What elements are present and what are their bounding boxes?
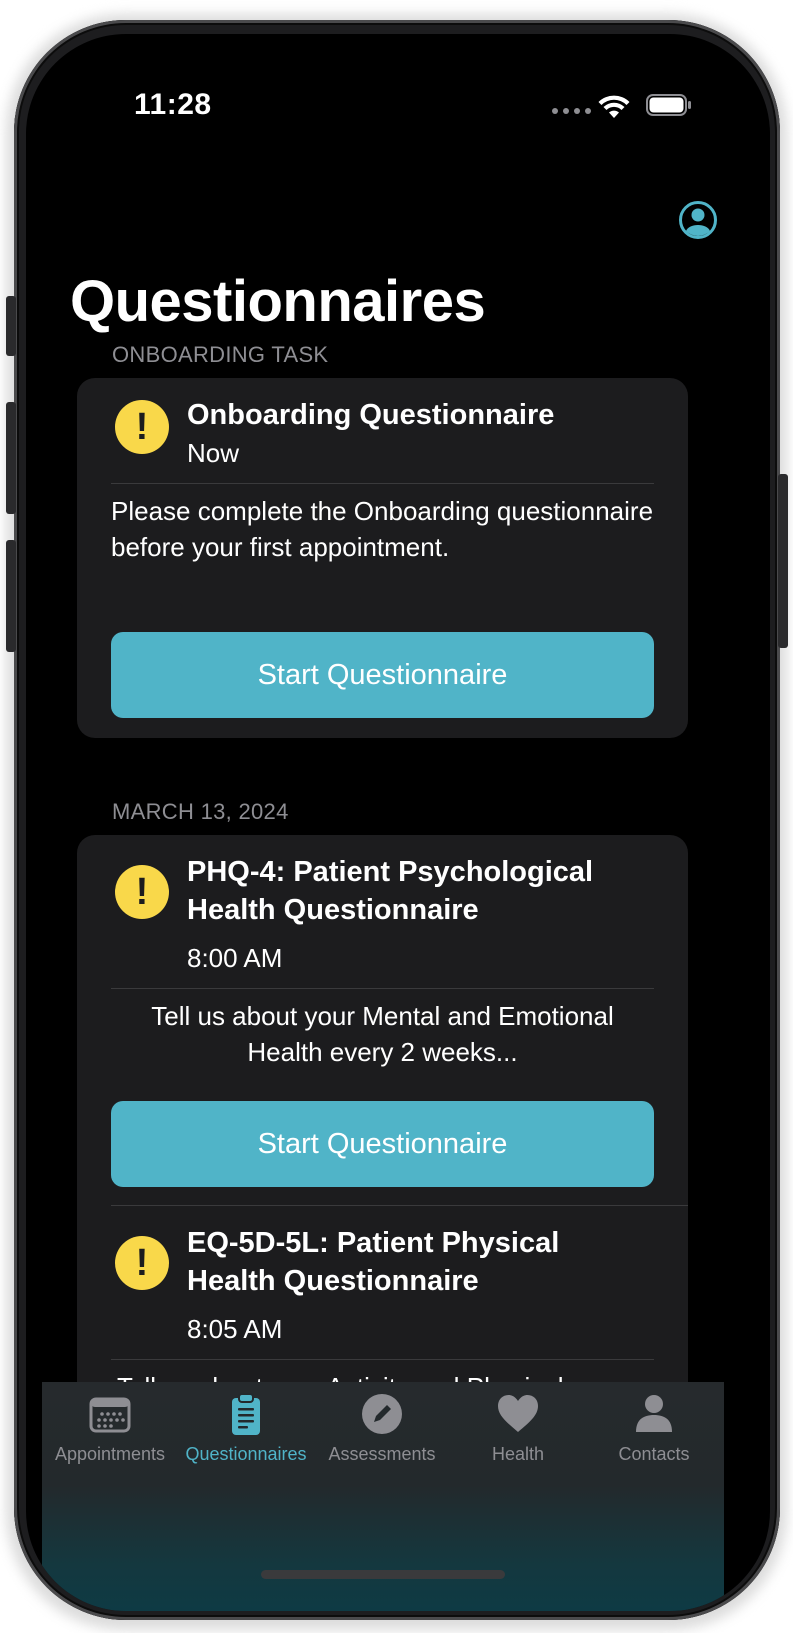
start-questionnaire-button[interactable]: Start Questionnaire	[111, 632, 654, 718]
task-title: PHQ-4: Patient Psychological Health Ques…	[187, 856, 594, 926]
profile-button[interactable]	[678, 200, 718, 240]
tab-appointments[interactable]: Appointments	[42, 1382, 178, 1482]
tab-label: Health	[491, 1444, 545, 1464]
divider	[111, 988, 654, 989]
onboarding-task-card: ! Onboarding Questionnaire Now Please co…	[77, 378, 688, 738]
battery-icon	[646, 94, 691, 116]
task-title: EQ-5D-5L: Patient Physical Health Questi…	[187, 1227, 560, 1297]
task-title: Onboarding Questionnaire	[187, 399, 555, 431]
person-icon	[636, 1395, 672, 1432]
device-mute-switch	[6, 296, 16, 356]
divider	[111, 1205, 688, 1206]
divider	[111, 483, 654, 484]
task-time: Now	[187, 438, 240, 468]
tab-health[interactable]: Health	[450, 1382, 586, 1482]
tab-label: Questionnaires	[185, 1444, 307, 1464]
section-header-date: MARCH 13, 2024	[112, 799, 289, 824]
tab-label: Appointments	[54, 1444, 166, 1464]
cellular-signal-icon	[552, 108, 591, 114]
status-time: 11:28	[134, 88, 212, 121]
wifi-icon	[598, 95, 630, 118]
exclamation-icon: !	[115, 400, 169, 454]
exclamation-icon: !	[115, 1236, 169, 1290]
task-time: 8:05 AM	[187, 1314, 283, 1344]
tab-questionnaires[interactable]: Questionnaires	[178, 1382, 314, 1482]
calendar-icon	[89, 1397, 131, 1433]
task-time: 8:00 AM	[187, 943, 283, 973]
tab-assessments[interactable]: Assessments	[314, 1382, 450, 1482]
tab-contacts[interactable]: Contacts	[586, 1382, 722, 1482]
start-questionnaire-button[interactable]: Start Questionnaire	[111, 1101, 654, 1187]
device-volume-up	[6, 402, 16, 514]
tab-label: Contacts	[618, 1444, 690, 1464]
home-indicator[interactable]	[261, 1570, 505, 1579]
section-header-onboarding: ONBOARDING TASK	[112, 342, 329, 367]
heart-icon	[498, 1395, 538, 1432]
divider	[111, 1359, 654, 1360]
pencil-circle-icon	[362, 1394, 402, 1434]
page-title: Questionnaires	[70, 269, 486, 334]
task-description: Please complete the Onboarding questionn…	[111, 496, 654, 562]
task-description: Tell us about your Mental and Emotional …	[151, 1001, 614, 1067]
device-volume-down	[6, 540, 16, 652]
screen: 11:28 Questionnaires ONBOARDING TASK ! O…	[26, 34, 770, 1611]
clipboard-icon	[232, 1393, 260, 1435]
exclamation-icon: !	[115, 865, 169, 919]
tab-label: Assessments	[328, 1444, 436, 1464]
device-power-button	[778, 474, 788, 648]
